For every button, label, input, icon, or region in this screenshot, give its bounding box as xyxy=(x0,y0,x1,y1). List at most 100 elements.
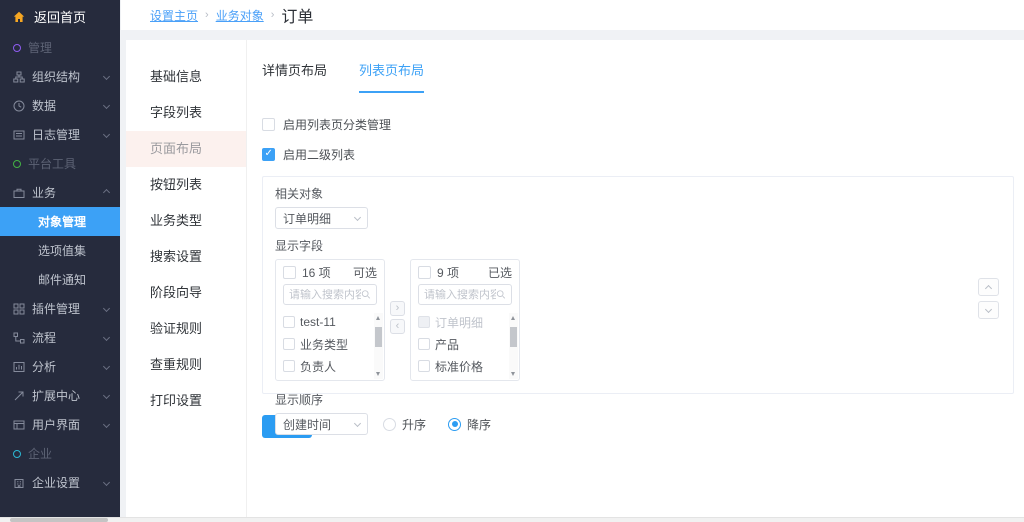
sidebar-item-flow[interactable]: 流程 xyxy=(0,323,120,352)
sidebar-item-data[interactable]: 数据 xyxy=(0,91,120,120)
sidebar-item-org-structure[interactable]: 组织结构 xyxy=(0,62,120,91)
transfer-controls: › ‹ xyxy=(390,301,405,334)
sidebar-home-label: 返回首页 xyxy=(34,7,86,26)
layout-tabs: 详情页布局 列表页布局 xyxy=(262,60,1024,93)
search-icon xyxy=(361,289,371,300)
select-all-target-checkbox[interactable] xyxy=(418,266,431,279)
enable-category-checkbox[interactable] xyxy=(262,118,275,131)
log-list-icon xyxy=(13,129,25,141)
enable-category-row: 启用列表页分类管理 xyxy=(262,116,1024,133)
list-item[interactable]: 标准价格 xyxy=(418,355,507,377)
block-reorder-controls xyxy=(978,278,999,319)
related-object-label: 相关对象 xyxy=(275,185,1013,202)
target-tag: 已选 xyxy=(488,264,512,281)
source-tag: 可选 xyxy=(353,264,377,281)
cyan-circle-icon xyxy=(13,450,21,458)
scrollbar-thumb[interactable] xyxy=(510,327,517,347)
sidebar-subitem-option-sets[interactable]: 选项值集 xyxy=(0,236,120,265)
source-search-input[interactable] xyxy=(289,289,361,301)
menu-item-stage-wizard[interactable]: 阶段向导 xyxy=(126,275,246,311)
settings-menu: 基础信息 字段列表 页面布局 按钮列表 业务类型 搜索设置 阶段向导 验证规则 … xyxy=(126,40,247,517)
menu-item-search-settings[interactable]: 搜索设置 xyxy=(126,239,246,275)
move-right-button[interactable]: › xyxy=(390,301,405,316)
sidebar-home-link[interactable]: 返回首页 xyxy=(0,0,120,33)
scroll-up-icon[interactable] xyxy=(374,313,383,322)
menu-item-button-list[interactable]: 按钮列表 xyxy=(126,167,246,203)
sidebar-subitem-object-manage[interactable]: 对象管理 xyxy=(0,207,120,236)
display-order-label: 显示顺序 xyxy=(275,391,1013,408)
sidebar-item-manage[interactable]: 管理 xyxy=(0,33,120,62)
sidebar-item-company-settings[interactable]: 企业设置 xyxy=(0,468,120,497)
menu-item-page-layout[interactable]: 页面布局 xyxy=(126,131,246,167)
move-left-button[interactable]: ‹ xyxy=(390,319,405,334)
list-item[interactable]: 产品 xyxy=(418,333,507,355)
select-all-source-checkbox[interactable] xyxy=(283,266,296,279)
ascending-radio[interactable]: 升序 xyxy=(383,416,426,433)
enable-sublist-row: 启用二级列表 xyxy=(262,146,1024,163)
breadcrumb-separator: › xyxy=(271,9,275,21)
scrollbar-thumb[interactable] xyxy=(375,327,382,347)
sidebar: 返回首页 管理 组织结构 数据 日志管理 平台工具 业务 xyxy=(0,0,120,517)
menu-item-print-settings[interactable]: 打印设置 xyxy=(126,383,246,419)
item-checkbox[interactable] xyxy=(283,338,295,350)
scroll-down-icon[interactable] xyxy=(509,370,518,379)
tab-list-page-layout[interactable]: 列表页布局 xyxy=(359,60,424,93)
menu-item-business-type[interactable]: 业务类型 xyxy=(126,203,246,239)
list-item[interactable]: 业务类型 xyxy=(283,333,372,355)
sidebar-item-plugin-manage[interactable]: 插件管理 xyxy=(0,294,120,323)
sidebar-item-log-manage[interactable]: 日志管理 xyxy=(0,120,120,149)
horizontal-scrollbar-thumb[interactable] xyxy=(10,518,108,522)
target-search-input[interactable] xyxy=(424,289,496,301)
tab-detail-page-layout[interactable]: 详情页布局 xyxy=(262,60,327,93)
building-icon xyxy=(13,477,25,489)
target-list-scrollbar[interactable] xyxy=(509,313,518,379)
related-object-select[interactable]: 订单明细 xyxy=(275,207,368,229)
item-checkbox[interactable] xyxy=(283,316,295,328)
transfer-source-header: 16 项 可选 xyxy=(276,260,384,284)
enable-category-label: 启用列表页分类管理 xyxy=(283,116,391,133)
menu-item-field-list[interactable]: 字段列表 xyxy=(126,95,246,131)
purple-circle-icon xyxy=(13,44,21,52)
sidebar-item-platform-tools[interactable]: 平台工具 xyxy=(0,149,120,178)
item-checkbox[interactable] xyxy=(283,360,295,372)
sidebar-item-analysis[interactable]: 分析 xyxy=(0,352,120,381)
move-down-button[interactable] xyxy=(978,301,999,319)
breadcrumb-link-business-objects[interactable]: 业务对象 xyxy=(216,7,264,24)
list-item[interactable]: test-11 xyxy=(283,311,372,333)
transfer-source-box: 16 项 可选 test-11 xyxy=(275,259,385,381)
order-field-select[interactable]: 创建时间 xyxy=(275,413,368,435)
descending-radio[interactable]: 降序 xyxy=(448,416,491,433)
horizontal-scrollbar[interactable] xyxy=(0,517,1024,522)
chevron-up-icon xyxy=(103,189,110,196)
radio-circle-icon xyxy=(383,418,396,431)
scroll-up-icon[interactable] xyxy=(509,313,518,322)
breadcrumb: 设置主页 › 业务对象 › 订单 xyxy=(121,0,1024,30)
org-chart-icon xyxy=(13,71,25,83)
item-checkbox[interactable] xyxy=(418,338,430,350)
source-list-scrollbar[interactable] xyxy=(374,313,383,379)
layout-settings-content: 详情页布局 列表页布局 启用列表页分类管理 启用二级列表 相关对象 订单明细 显… xyxy=(247,40,1024,517)
item-checkbox[interactable] xyxy=(418,360,430,372)
plugin-grid-icon xyxy=(13,303,25,315)
source-list: test-11 业务类型 负责人 xyxy=(276,309,384,377)
sidebar-item-business[interactable]: 业务 xyxy=(0,178,120,207)
field-transfer: 16 项 可选 test-11 xyxy=(275,259,1013,381)
menu-item-validation-rules[interactable]: 验证规则 xyxy=(126,311,246,347)
chevron-down-icon xyxy=(103,421,110,428)
display-order-row: 创建时间 升序 降序 xyxy=(275,413,1013,435)
sidebar-item-company[interactable]: 企业 xyxy=(0,439,120,468)
sidebar-item-extension-center[interactable]: 扩展中心 xyxy=(0,381,120,410)
menu-item-basic-info[interactable]: 基础信息 xyxy=(126,59,246,95)
list-item[interactable]: 负责人 xyxy=(283,355,372,377)
chevron-down-icon xyxy=(354,419,361,426)
sidebar-item-user-interface[interactable]: 用户界面 xyxy=(0,410,120,439)
sidebar-subitem-mail-notify[interactable]: 邮件通知 xyxy=(0,265,120,294)
scroll-down-icon[interactable] xyxy=(374,370,383,379)
menu-item-dedupe-rules[interactable]: 查重规则 xyxy=(126,347,246,383)
sublist-config-panel: 相关对象 订单明细 显示字段 16 项 可选 xyxy=(262,176,1014,394)
bar-chart-icon xyxy=(13,361,25,373)
target-search xyxy=(418,284,512,305)
move-up-button[interactable] xyxy=(978,278,999,296)
breadcrumb-link-settings-home[interactable]: 设置主页 xyxy=(150,7,198,24)
enable-sublist-checkbox[interactable] xyxy=(262,148,275,161)
